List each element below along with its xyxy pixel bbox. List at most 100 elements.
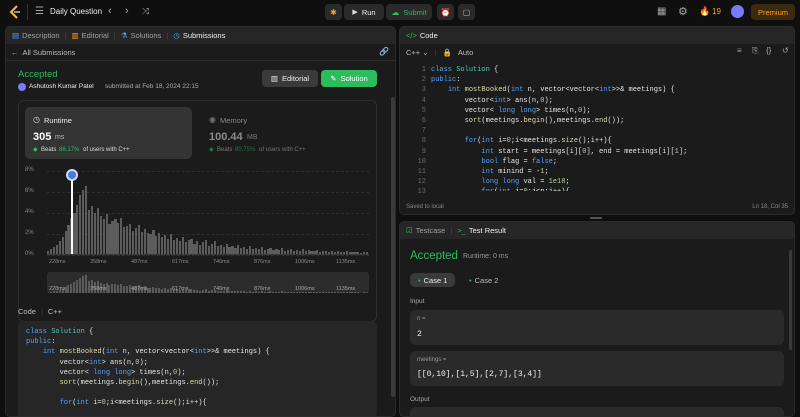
chart-bar[interactable] — [272, 249, 275, 254]
tab-test-result[interactable]: >_ Test Result — [457, 226, 506, 235]
chart-bar[interactable] — [120, 218, 123, 254]
submit-button[interactable]: ☁ Submit — [386, 4, 432, 20]
your-submission-marker[interactable] — [65, 169, 78, 181]
prev-problem-icon[interactable]: ‹ — [108, 5, 112, 17]
chart-bar[interactable] — [216, 245, 219, 254]
chart-bar[interactable] — [363, 251, 366, 254]
chart-bar[interactable] — [275, 248, 278, 254]
premium-button[interactable]: Premium — [751, 4, 795, 20]
case-2-tab[interactable]: • Case 2 — [461, 273, 506, 287]
author-name[interactable]: Ashutosh Kumar Patel — [29, 83, 94, 90]
chart-bar[interactable] — [208, 245, 211, 254]
chart-bar[interactable] — [196, 241, 199, 254]
debug-button[interactable]: ✱ — [325, 4, 342, 20]
chart-bar[interactable] — [199, 244, 202, 254]
chart-bar[interactable] — [219, 244, 222, 254]
reset-icon[interactable]: ↺ — [782, 46, 789, 55]
chart-bar[interactable] — [108, 223, 111, 254]
chart-bar[interactable] — [87, 209, 91, 254]
avatar[interactable] — [731, 5, 744, 18]
chart-bar[interactable] — [169, 234, 173, 254]
chart-bar[interactable] — [260, 246, 263, 254]
chart-bar[interactable] — [228, 246, 231, 254]
chart-bar[interactable] — [330, 250, 334, 254]
chart-bar[interactable] — [137, 224, 140, 254]
chart-bar[interactable] — [128, 223, 132, 254]
chart-bar[interactable] — [222, 246, 225, 254]
run-button[interactable]: ▶ Run — [344, 4, 384, 20]
code-editor-text[interactable]: class Solution {public: int mostBooked(i… — [431, 65, 687, 191]
chart-bar[interactable] — [131, 230, 135, 254]
chart-bar[interactable] — [190, 239, 193, 254]
chart-bar[interactable] — [342, 251, 345, 254]
chart-bar[interactable] — [178, 241, 181, 254]
settings-gear-icon[interactable]: ⚙ — [678, 5, 688, 18]
chart-bar[interactable] — [61, 237, 64, 254]
chart-bar[interactable] — [52, 246, 56, 254]
case-1-tab[interactable]: • Case 1 — [410, 273, 456, 287]
editorial-button[interactable]: ▥ Editorial — [262, 70, 318, 87]
chart-bar[interactable] — [295, 249, 298, 254]
chart-bar[interactable] — [278, 249, 281, 254]
chart-bar[interactable] — [237, 244, 240, 254]
next-problem-icon[interactable]: › — [125, 5, 129, 17]
chart-bar[interactable] — [79, 195, 82, 254]
tab-testcase[interactable]: ☑ Testcase — [406, 226, 445, 235]
chart-bar[interactable] — [263, 249, 266, 254]
chart-bar[interactable] — [354, 251, 357, 254]
timer-button[interactable]: ⏰ — [437, 4, 454, 20]
chart-bar[interactable] — [181, 237, 184, 254]
chart-bar[interactable] — [114, 219, 117, 254]
chart-bar[interactable] — [187, 240, 190, 254]
chart-bar[interactable] — [49, 248, 53, 254]
chart-bar[interactable] — [316, 249, 319, 254]
language-select[interactable]: C++ ⌄ — [406, 48, 429, 57]
solution-button[interactable]: ✎ Solution — [321, 70, 377, 87]
chart-bar[interactable] — [193, 243, 196, 254]
chart-bar[interactable] — [64, 230, 67, 254]
chart-bar[interactable] — [292, 250, 296, 254]
notes-button[interactable]: ▢ — [458, 4, 475, 20]
tab-submissions[interactable]: ◷ Submissions — [173, 31, 225, 40]
logo-icon[interactable] — [8, 5, 22, 19]
runtime-box[interactable]: ◷ Runtime 305 ms ◆ Beats 86.17% of users… — [25, 107, 192, 159]
chart-bar[interactable] — [210, 243, 214, 254]
chart-bar[interactable] — [213, 241, 217, 254]
shuffle-icon[interactable]: ⤨ — [142, 6, 149, 17]
submitted-code-block[interactable]: class Solution {public: int mostBooked(i… — [18, 321, 377, 416]
chart-bar[interactable] — [266, 248, 269, 254]
chart-bar[interactable] — [172, 240, 176, 254]
chart-bar[interactable] — [85, 185, 88, 254]
chart-bar[interactable] — [99, 216, 102, 254]
chart-bar[interactable] — [366, 251, 369, 254]
chart-bar[interactable] — [348, 251, 351, 254]
chart-bar[interactable] — [304, 250, 307, 254]
chart-bar[interactable] — [313, 250, 316, 254]
chart-bar[interactable] — [345, 250, 348, 254]
chart-bar[interactable] — [251, 248, 255, 254]
chart-bar[interactable] — [102, 219, 105, 254]
chart-bar[interactable] — [307, 249, 310, 254]
chart-bar[interactable] — [205, 240, 208, 254]
problem-list-label[interactable]: Daily Question — [50, 7, 102, 16]
chart-bar[interactable] — [134, 227, 137, 254]
chart-bar[interactable] — [184, 242, 187, 254]
chart-bar[interactable] — [336, 250, 339, 254]
chart-bar[interactable] — [240, 247, 243, 254]
chart-bar[interactable] — [254, 247, 258, 254]
chart-bar[interactable] — [360, 252, 363, 254]
layout-grid-icon[interactable]: ▦ — [657, 6, 666, 17]
chart-bar[interactable] — [328, 251, 331, 254]
chart-bar[interactable] — [257, 248, 260, 254]
chart-bar[interactable] — [234, 247, 237, 254]
chart-bar[interactable] — [287, 249, 290, 254]
chart-bar[interactable] — [248, 245, 252, 254]
chart-bar[interactable] — [149, 234, 152, 254]
chart-bar[interactable] — [167, 239, 170, 254]
chart-bar[interactable] — [126, 225, 129, 254]
chart-bar[interactable] — [310, 250, 313, 254]
chart-bar[interactable] — [155, 236, 158, 254]
chart-bar[interactable] — [231, 245, 234, 254]
streak-fire-icon[interactable]: 🔥 — [699, 6, 710, 17]
chart-bar[interactable] — [123, 226, 126, 254]
